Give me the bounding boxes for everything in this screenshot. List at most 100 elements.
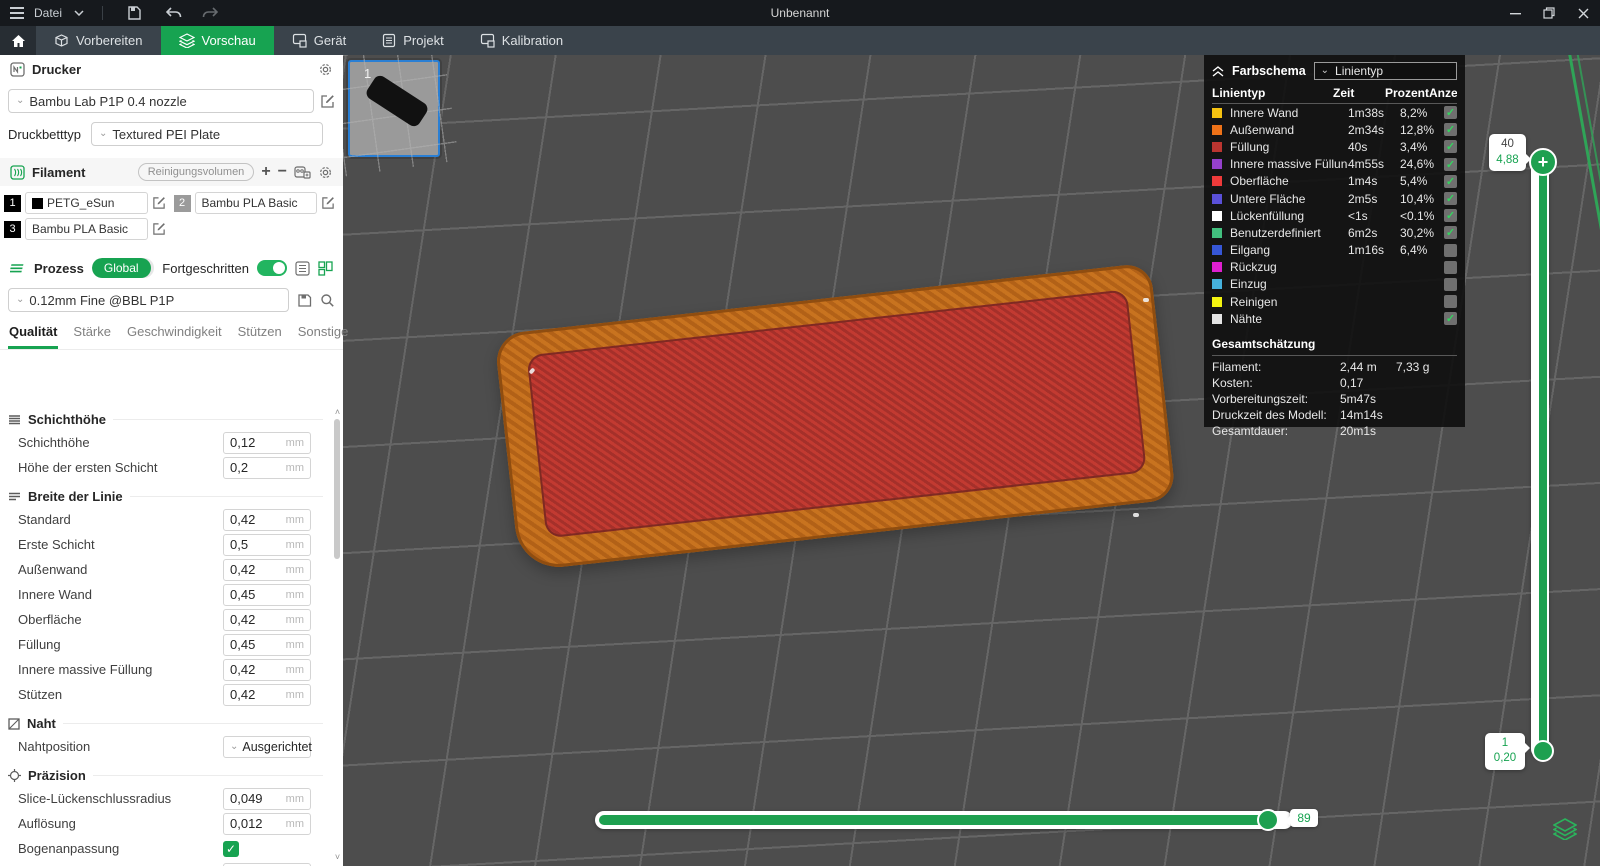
resolution-input[interactable]: 0,012 mm xyxy=(223,812,311,835)
filament-name-field[interactable]: Bambu PLA Basic xyxy=(194,192,317,214)
filament-color-chip[interactable]: 2 xyxy=(173,194,191,212)
remove-filament-icon[interactable]: − xyxy=(278,163,287,181)
scope-global[interactable]: Global xyxy=(91,258,151,278)
scope-objects[interactable]: Objekte xyxy=(151,258,155,278)
printer-settings-gear-icon[interactable] xyxy=(318,62,333,77)
tab-qualitaet[interactable]: Qualität xyxy=(8,322,59,349)
tab-sonstige[interactable]: Sonstige xyxy=(297,322,350,349)
advanced-label: Fortgeschritten xyxy=(162,260,249,276)
collapse-panel-icon[interactable] xyxy=(1212,65,1224,77)
visibility-checkbox[interactable]: ✓ xyxy=(1444,226,1457,240)
section-schichthoehe: Schichthöhe xyxy=(0,403,333,430)
tab-geschwindigkeit[interactable]: Geschwindigkeit xyxy=(126,322,223,349)
line-width-default-input[interactable]: 0,42 mm xyxy=(223,508,311,531)
tab-label: Kalibration xyxy=(501,33,564,48)
layer-slider-top-handle[interactable]: + xyxy=(1529,148,1557,176)
tab-vorschau[interactable]: Vorschau xyxy=(160,26,274,55)
visibility-checkbox[interactable]: ✓ xyxy=(1444,192,1457,206)
ams-sync-icon[interactable] xyxy=(294,165,311,179)
layers-view-icon[interactable] xyxy=(1551,815,1579,843)
edit-filament-icon[interactable] xyxy=(152,222,166,236)
minimize-button[interactable] xyxy=(1498,0,1532,26)
line-width-support-input[interactable]: 0,42 mm xyxy=(223,683,311,706)
visibility-checkbox[interactable]: ✓ xyxy=(1444,123,1457,137)
visibility-checkbox[interactable]: ✓ xyxy=(1444,209,1457,223)
file-menu[interactable]: Datei xyxy=(34,6,62,20)
scrollbar-thumb[interactable] xyxy=(334,419,340,559)
arc-fitting-checkbox[interactable]: ✓ xyxy=(223,840,239,857)
filament-name: Bambu PLA Basic xyxy=(201,196,298,210)
seam-position-select[interactable]: ⌄ Ausgerichtet xyxy=(223,735,312,758)
visibility-checkbox[interactable]: ✓ xyxy=(1444,312,1457,326)
plate-thumbnail[interactable]: 1 xyxy=(343,55,460,177)
filament-color-chip[interactable]: 1 xyxy=(4,194,21,212)
tab-vorbereiten[interactable]: Vorbereiten xyxy=(36,26,161,55)
save-icon[interactable] xyxy=(125,5,143,21)
color-swatch xyxy=(1212,141,1222,152)
flushing-volumes-button[interactable]: Reinigungsvolumen xyxy=(137,163,255,181)
layer-bottom-tooltip: 1 0,20 xyxy=(1485,732,1530,770)
process-preset-select[interactable]: ⌄ 0.12mm Fine @BBL P1P xyxy=(8,288,289,312)
parameter-table-icon[interactable] xyxy=(318,260,333,276)
visibility-checkbox[interactable]: ✓ xyxy=(1444,174,1457,188)
line-width-outer-wall-input[interactable]: 0,42 mm xyxy=(223,558,311,581)
scroll-up-arrow[interactable]: ˄ xyxy=(333,407,342,417)
first-layer-height-input[interactable]: 0,2 mm xyxy=(223,456,311,479)
step-slider-knob[interactable] xyxy=(1257,809,1279,831)
view-mode-select[interactable]: ⌄ Linientyp xyxy=(1313,62,1457,80)
home-button[interactable] xyxy=(0,26,36,55)
layer-range-slider[interactable]: + 40 4,88 1 0,20 xyxy=(1485,134,1557,770)
visibility-checkbox[interactable]: ✓ xyxy=(1444,140,1457,154)
undo-icon[interactable] xyxy=(165,5,183,21)
filament-name-field[interactable]: Bambu PLA Basic xyxy=(25,218,148,240)
tab-geraet[interactable]: Gerät xyxy=(274,26,365,55)
visibility-checkbox[interactable]: ✓ xyxy=(1444,277,1457,291)
tab-stuetzen[interactable]: Stützen xyxy=(237,322,283,349)
tab-kalibration[interactable]: Kalibration xyxy=(462,26,581,55)
printer-preset-select[interactable]: ⌄ Bambu Lab P1P 0.4 nozzle xyxy=(8,89,314,113)
parameter-list-icon[interactable] xyxy=(295,260,310,276)
filament-name-field[interactable]: PETG_eSun xyxy=(25,192,148,214)
restore-button[interactable] xyxy=(1532,0,1566,26)
add-filament-icon[interactable]: + xyxy=(261,163,270,181)
scroll-down-arrow[interactable]: ˅ xyxy=(333,852,342,862)
visibility-checkbox[interactable]: ✓ xyxy=(1444,260,1457,274)
hamburger-menu-icon[interactable] xyxy=(8,5,26,21)
filament-color-chip[interactable]: 3 xyxy=(4,220,21,238)
line-width-solid-infill-input[interactable]: 0,42 mm xyxy=(223,658,311,681)
search-settings-icon[interactable] xyxy=(320,293,335,308)
chevron-down-icon[interactable] xyxy=(70,5,88,21)
tab-label: Projekt xyxy=(403,33,444,48)
line-width-top-surface-input[interactable]: 0,42 mm xyxy=(223,608,311,631)
filament-name: PETG_eSun xyxy=(47,196,115,210)
line-width-inner-wall-input[interactable]: 0,45 mm xyxy=(223,583,311,606)
visibility-checkbox[interactable]: ✓ xyxy=(1444,295,1457,309)
tab-staerke[interactable]: Stärke xyxy=(72,322,112,349)
step-slider[interactable]: 89 xyxy=(595,809,1318,831)
line-width-infill-input[interactable]: 0,45 mm xyxy=(223,633,311,656)
tab-projekt[interactable]: Projekt xyxy=(364,26,461,55)
tab-label: Vorschau xyxy=(201,33,256,48)
slice-gap-closing-input[interactable]: 0,049 mm xyxy=(223,787,311,810)
close-button[interactable] xyxy=(1566,0,1600,26)
xy-hole-compensation-input[interactable]: 0mm xyxy=(223,862,311,866)
preview-3d-viewport[interactable]: 1 Farbschema ⌄ Linientyp Linientyp Zeit … xyxy=(343,55,1600,866)
edit-printer-icon[interactable] xyxy=(320,94,335,109)
settings-scrollbar[interactable]: ˄ ˅ xyxy=(333,407,342,862)
filament-settings-gear-icon[interactable] xyxy=(318,165,333,180)
visibility-checkbox[interactable]: ✓ xyxy=(1444,157,1457,171)
save-preset-icon[interactable] xyxy=(297,293,312,308)
layer-slider-track[interactable]: + 40 4,88 1 0,20 xyxy=(1485,134,1557,770)
edit-filament-icon[interactable] xyxy=(152,196,166,210)
visibility-checkbox[interactable]: ✓ xyxy=(1444,106,1457,120)
line-width-first-layer-input[interactable]: 0,5 mm xyxy=(223,533,311,556)
layer-slider-bottom-handle[interactable] xyxy=(1532,740,1554,762)
scope-toggle[interactable]: Global Objekte xyxy=(91,258,155,278)
edit-filament-icon[interactable] xyxy=(321,196,335,210)
plate-number: 1 xyxy=(364,66,372,81)
layer-height-input[interactable]: 0,12 mm xyxy=(223,431,311,454)
advanced-toggle[interactable] xyxy=(257,260,287,276)
redo-icon[interactable] xyxy=(201,5,219,21)
bed-type-select[interactable]: ⌄ Textured PEI Plate xyxy=(90,122,323,146)
visibility-checkbox[interactable]: ✓ xyxy=(1444,243,1457,257)
